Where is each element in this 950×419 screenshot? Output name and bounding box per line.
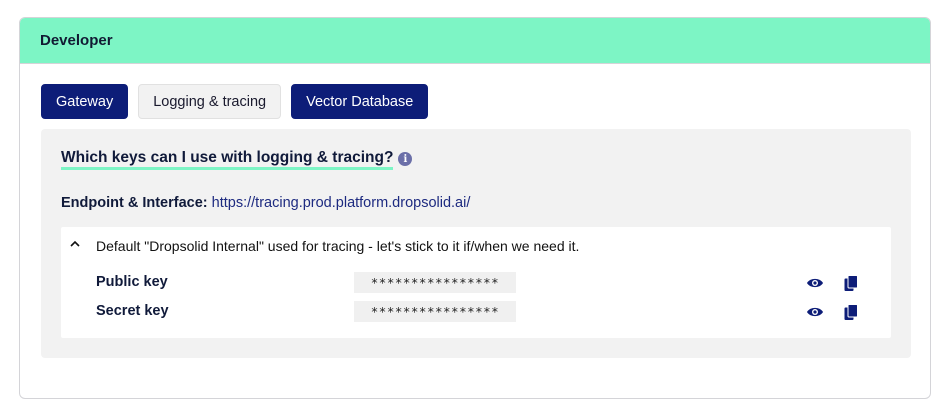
chevron-up-icon[interactable]	[69, 237, 81, 249]
tab-gateway[interactable]: Gateway	[41, 84, 129, 119]
developer-card: Developer Gateway Logging & tracing Vect…	[19, 17, 931, 399]
endpoint-label: Endpoint & Interface:	[61, 195, 208, 211]
info-icon[interactable]: i	[398, 152, 413, 166]
eye-icon[interactable]	[805, 273, 825, 293]
public-key-row: Public key ****************	[96, 272, 886, 294]
keys-description: Default "Dropsolid Internal" used for tr…	[96, 238, 580, 254]
endpoint-link[interactable]: https://tracing.prod.platform.dropsolid.…	[212, 195, 471, 211]
tab-vector-database[interactable]: Vector Database	[291, 84, 429, 119]
keys-question: Which keys can I use with logging & trac…	[61, 148, 413, 170]
public-key-label: Public key	[96, 274, 168, 290]
tab-logging-tracing[interactable]: Logging & tracing	[138, 84, 282, 119]
keys-accordion: Default "Dropsolid Internal" used for tr…	[61, 227, 891, 338]
eye-icon[interactable]	[805, 302, 825, 322]
secret-key-row: Secret key ****************	[96, 301, 886, 323]
card-title: Developer	[20, 18, 930, 64]
secret-key-value: ****************	[354, 301, 516, 322]
copy-icon[interactable]	[841, 273, 861, 293]
logging-tracing-panel: Which keys can I use with logging & trac…	[41, 129, 911, 358]
copy-icon[interactable]	[841, 302, 861, 322]
question-heading: Which keys can I use with logging & trac…	[61, 148, 394, 170]
public-key-value: ****************	[354, 272, 516, 293]
tab-bar: Gateway Logging & tracing Vector Databas…	[41, 84, 429, 119]
secret-key-label: Secret key	[96, 303, 169, 319]
endpoint-line: Endpoint & Interface: https://tracing.pr…	[61, 195, 470, 211]
